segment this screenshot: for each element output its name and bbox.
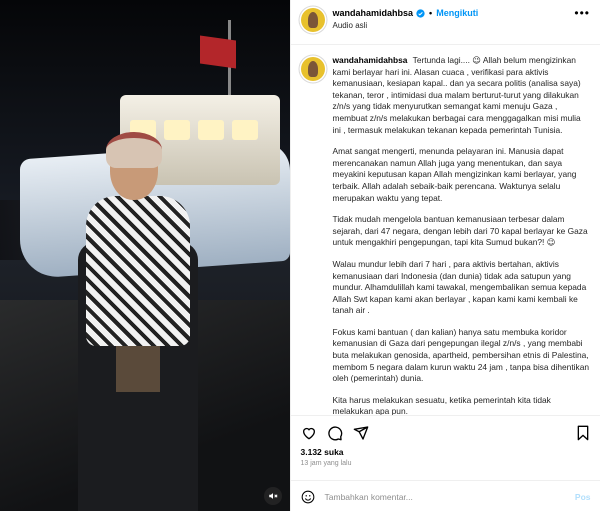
avatar[interactable] [300,8,325,32]
comment-icon[interactable] [327,425,343,441]
audio-link[interactable]: Audio asli [333,21,479,30]
keffiyeh-scarf [86,196,190,346]
caption-scroll-area[interactable]: wandahamidahbsa Tertunda lagi.... 😉 Alla… [291,45,600,415]
caption-paragraph: Kita harus melakukan sesuatu, ketika pem… [332,394,554,415]
caption-paragraph: Walau mundur lebih dari 7 hari , para ak… [332,258,589,316]
header-meta: wandahamidahbsa • Mengikuti Audio asli [333,8,479,30]
username-link[interactable]: wandahamidahbsa [333,8,414,18]
post-timestamp[interactable]: 13 jam yang lalu [291,457,600,467]
avatar[interactable] [300,57,325,81]
post-comment-button[interactable]: Pos [575,492,591,502]
more-options-button[interactable]: ••• [574,6,590,20]
post-video[interactable] [0,0,290,511]
cabin-window [198,120,224,140]
post-details-panel: wandahamidahbsa • Mengikuti Audio asli •… [289,0,600,512]
bookmark-icon[interactable] [575,425,591,441]
comment-bar: Tambahkan komentar... Pos [290,480,600,512]
cabin-window [232,120,258,140]
comment-input[interactable]: Tambahkan komentar... [325,492,575,502]
person-figure [78,132,198,511]
heart-icon[interactable] [301,425,317,441]
emoji-icon[interactable] [301,490,315,504]
post-viewer: wandahamidahbsa • Mengikuti Audio asli •… [0,0,600,511]
likes-count[interactable]: 3.132 suka [291,442,600,457]
boat-flag [200,35,236,69]
speaker-muted-icon[interactable] [264,487,282,505]
share-icon[interactable] [353,425,369,441]
caption-paragraph: Fokus kami bantuan ( dan kalian) hanya s… [332,326,592,384]
caption-paragraph-text: Tertunda lagi.... 😉 Allah belum mengizin… [332,55,583,135]
header-user-row: wandahamidahbsa • Mengikuti [333,8,479,18]
caption-row: wandahamidahbsa Tertunda lagi.... 😉 Alla… [291,45,600,415]
following-button[interactable]: Mengikuti [436,8,478,18]
caption-paragraph: wandahamidahbsa Tertunda lagi.... 😉 Alla… [333,55,591,136]
caption-paragraph: Tidak mudah mengelola bantuan kemanusiaa… [332,214,590,248]
caption-paragraph: Amat sangat mengerti, menunda pelayaran … [332,146,579,203]
post-header: wandahamidahbsa • Mengikuti Audio asli •… [290,0,600,45]
verified-badge-icon [416,8,425,18]
post-actions: 3.132 suka 13 jam yang lalu Tambahkan ko… [290,415,600,512]
caption-text: wandahamidahbsa Tertunda lagi.... 😉 Alla… [333,55,591,415]
person-beanie [106,132,162,168]
action-icons-row [291,416,600,442]
caption-author-link[interactable]: wandahamidahbsa [333,55,408,65]
separator-dot: • [429,8,433,18]
